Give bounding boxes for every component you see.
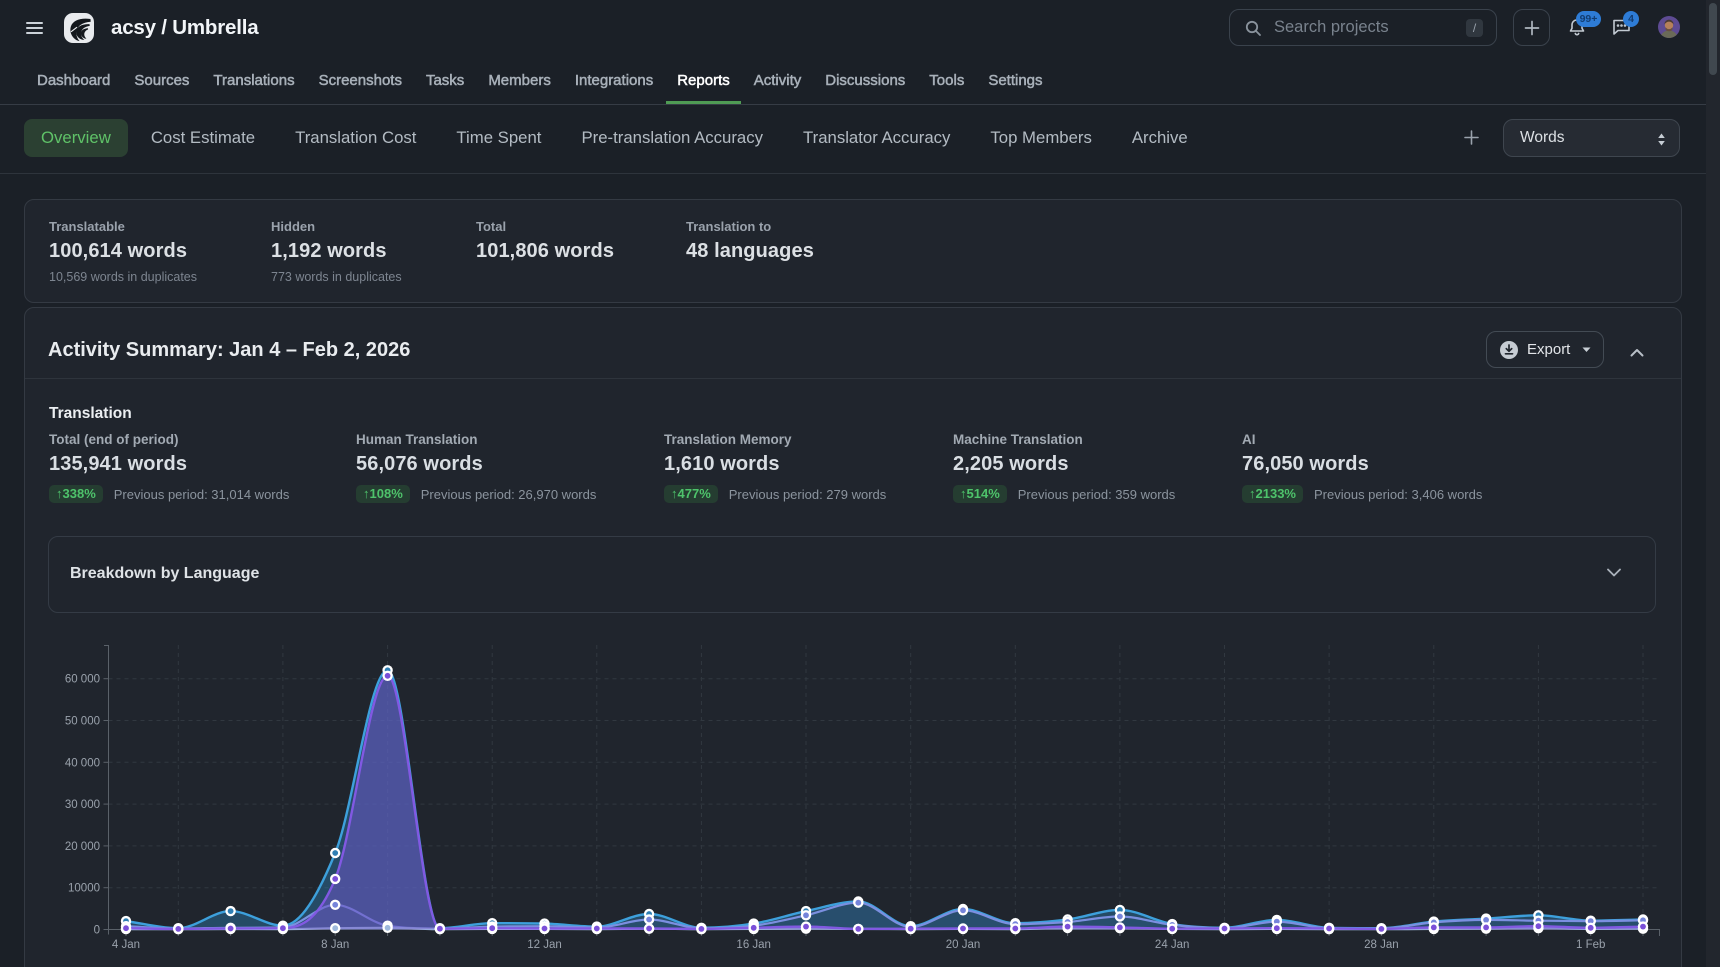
svg-text:4 Jan: 4 Jan bbox=[112, 939, 140, 951]
svg-text:0: 0 bbox=[94, 925, 100, 937]
svg-text:1 Feb: 1 Feb bbox=[1576, 939, 1605, 951]
svg-text:24 Jan: 24 Jan bbox=[1155, 939, 1190, 951]
svg-text:20 000: 20 000 bbox=[65, 841, 100, 853]
svg-text:60 000: 60 000 bbox=[65, 674, 100, 686]
svg-text:12 Jan: 12 Jan bbox=[527, 939, 562, 951]
svg-text:10000: 10000 bbox=[68, 883, 100, 895]
svg-text:50 000: 50 000 bbox=[65, 716, 100, 728]
svg-text:8 Jan: 8 Jan bbox=[321, 939, 349, 951]
svg-text:28 Jan: 28 Jan bbox=[1364, 939, 1399, 951]
svg-text:16 Jan: 16 Jan bbox=[736, 939, 771, 951]
svg-text:30 000: 30 000 bbox=[65, 799, 100, 811]
svg-text:20 Jan: 20 Jan bbox=[946, 939, 981, 951]
svg-text:40 000: 40 000 bbox=[65, 757, 100, 769]
